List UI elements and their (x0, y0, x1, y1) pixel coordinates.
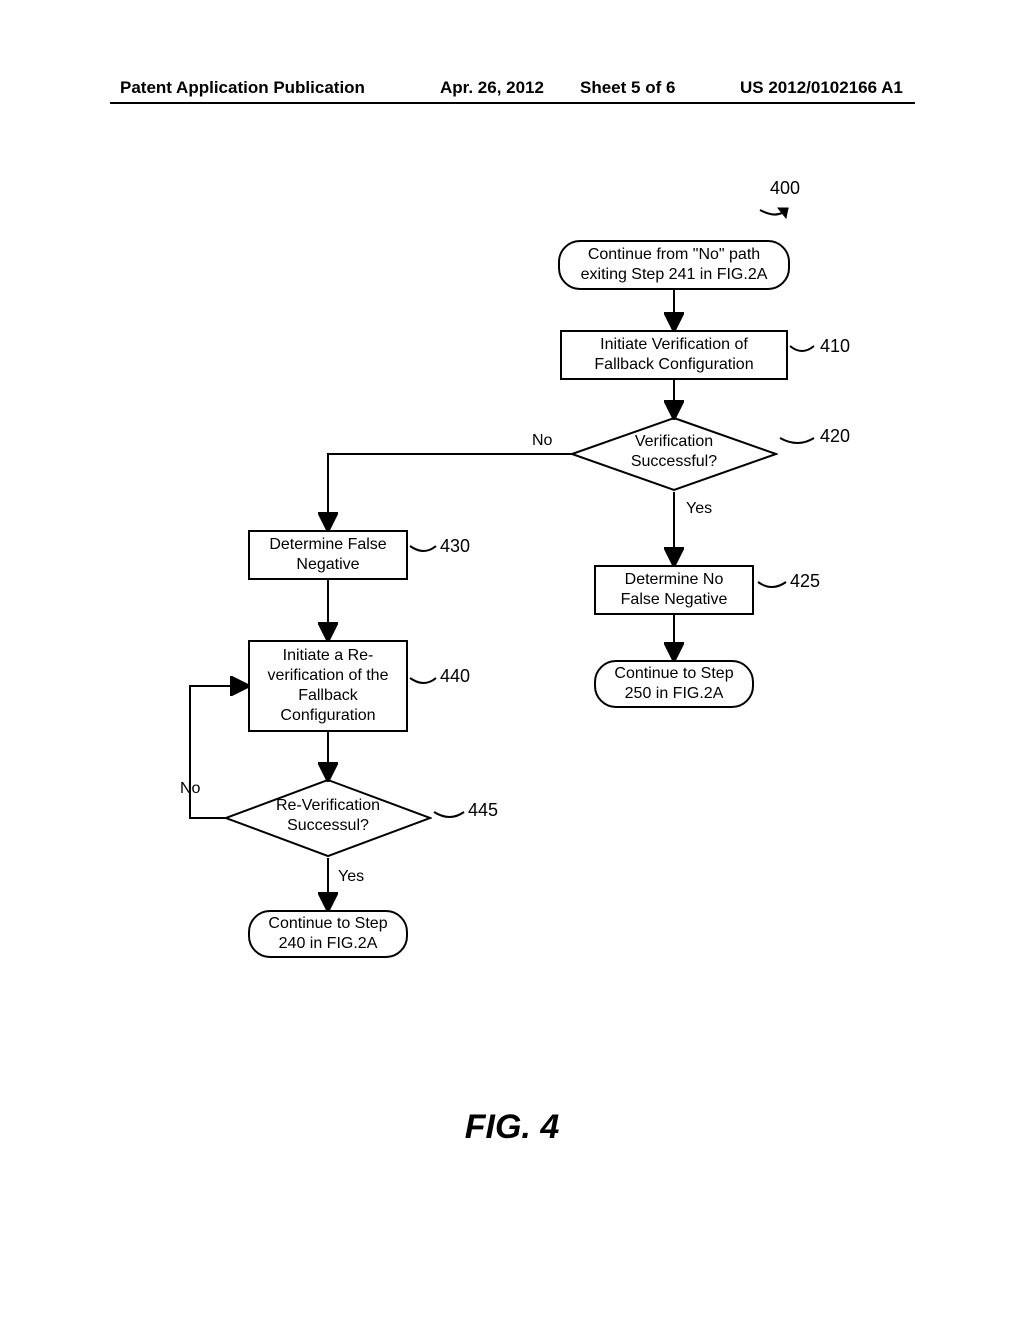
terminator-240: Continue to Step 240 in FIG.2A (248, 910, 408, 958)
hook-400 (0, 160, 1024, 1060)
header-publication: Patent Application Publication (120, 78, 365, 98)
label-445-no: No (180, 780, 200, 798)
ref-420: 420 (820, 426, 850, 447)
label-420-no: No (532, 432, 552, 450)
terminator-start: Continue from "No" path exiting Step 241… (558, 240, 790, 290)
decision-420-shape (570, 416, 778, 492)
header-number: US 2012/0102166 A1 (740, 78, 903, 98)
process-440: Initiate a Re-verification of the Fallba… (248, 640, 408, 732)
label-420-yes: Yes (686, 500, 712, 518)
process-430: Determine False Negative (248, 530, 408, 580)
ref-445: 445 (468, 800, 498, 821)
figure-label: FIG. 4 (0, 1108, 1024, 1147)
decision-445-shape (224, 778, 432, 858)
header-rule (110, 102, 915, 104)
header-date: Apr. 26, 2012 (440, 78, 544, 98)
process-410: Initiate Verification of Fallback Config… (560, 330, 788, 380)
terminator-250: Continue to Step 250 in FIG.2A (594, 660, 754, 708)
ref-425: 425 (790, 571, 820, 592)
ref-400: 400 (770, 178, 800, 199)
process-425: Determine No False Negative (594, 565, 754, 615)
ref-440: 440 (440, 666, 470, 687)
flowchart: 400 Continue from "No" path exiting Step… (0, 160, 1024, 1060)
connectors (0, 160, 1024, 1060)
ref-430: 430 (440, 536, 470, 557)
label-445-yes: Yes (338, 868, 364, 886)
ref-410: 410 (820, 336, 850, 357)
header-sheet: Sheet 5 of 6 (580, 78, 675, 98)
